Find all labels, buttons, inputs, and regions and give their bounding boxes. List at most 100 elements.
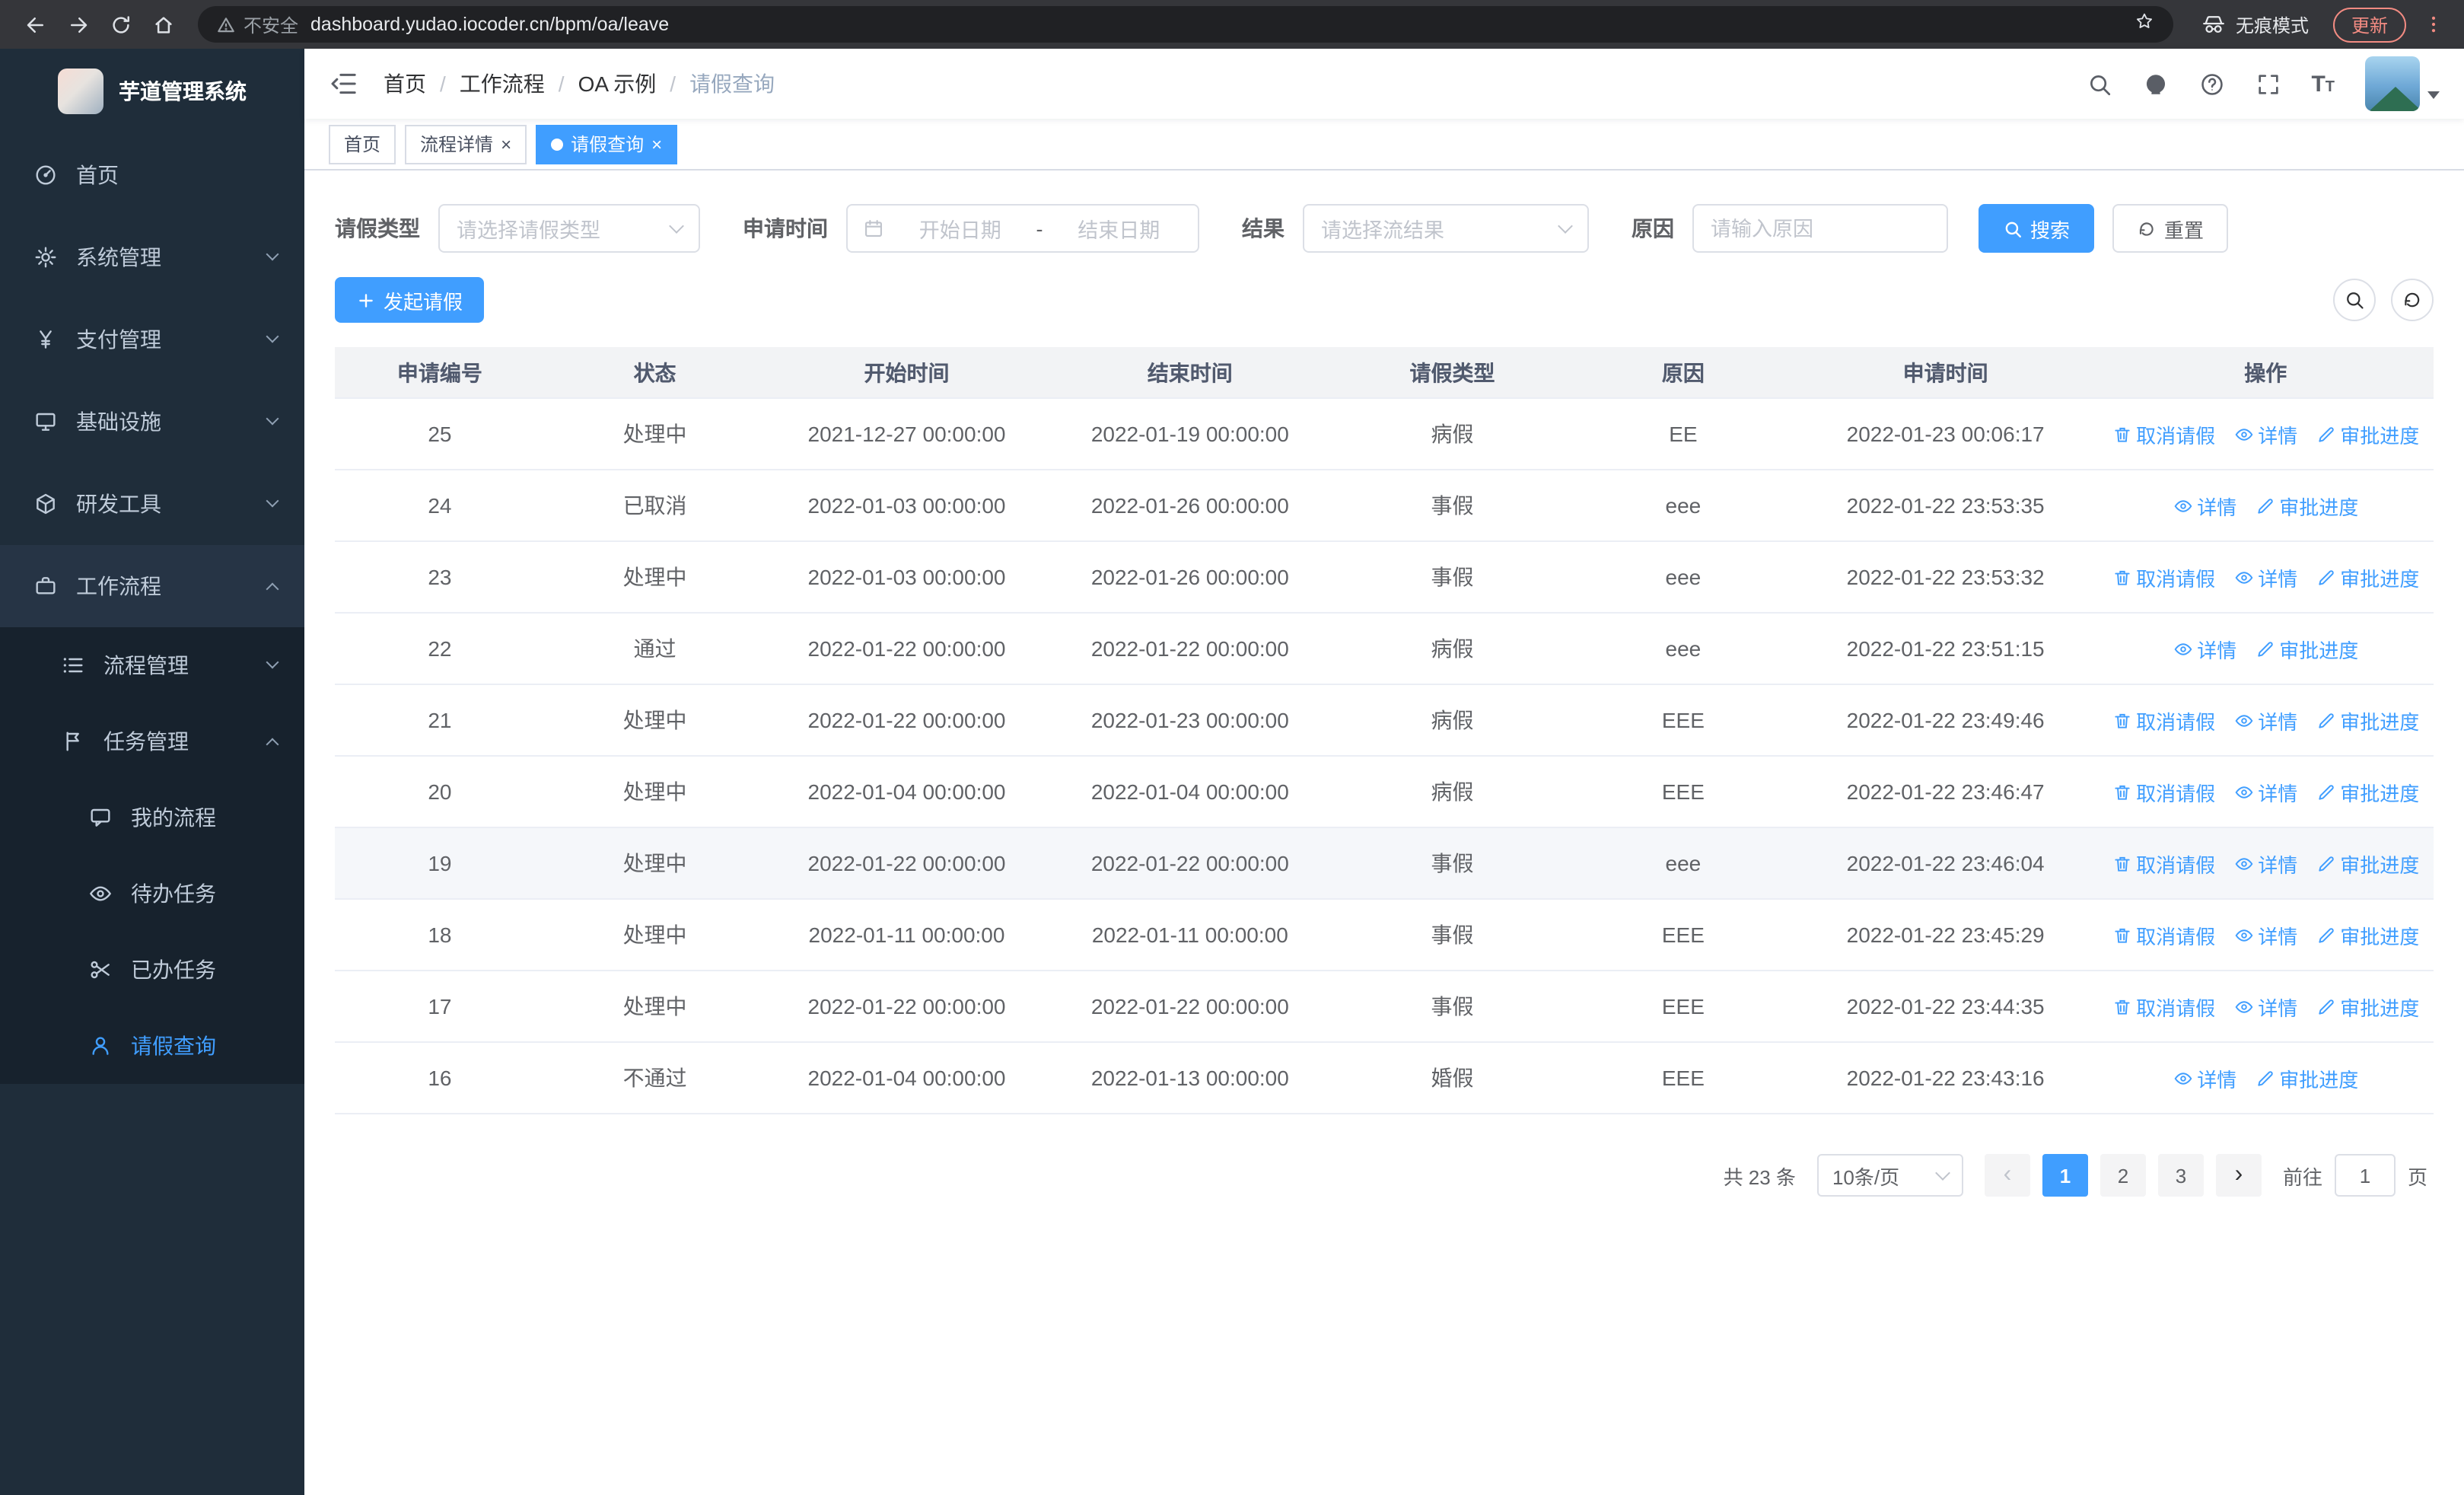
cell-apply-id: 25 (428, 422, 452, 446)
sidebar-item-done-tasks[interactable]: 已办任务 (0, 932, 304, 1008)
cancel-leave-link[interactable]: 取消请假 (2112, 920, 2215, 949)
filter-buttons: 搜索 重置 (1979, 204, 2229, 253)
sidebar-item-payment[interactable]: 支付管理 (0, 298, 304, 381)
cancel-leave-link[interactable]: 取消请假 (2112, 777, 2215, 806)
cell-apply-time: 2022-01-22 23:53:32 (1846, 565, 2045, 589)
result-select[interactable]: 请选择流结果 (1303, 204, 1589, 253)
detail-link[interactable]: 详情 (2233, 706, 2297, 735)
cell-apply-id: 16 (428, 1066, 452, 1090)
tab-label: 请假查询 (571, 134, 645, 155)
sidebar-item-todo-tasks[interactable]: 待办任务 (0, 856, 304, 932)
tab-leave-query[interactable]: 请假查询 × (536, 124, 678, 164)
close-icon[interactable]: × (501, 135, 511, 153)
search-icon[interactable] (2086, 71, 2112, 97)
approval-progress-label: 审批进度 (2340, 996, 2420, 1019)
detail-link[interactable]: 详情 (2173, 491, 2236, 520)
approval-progress-link[interactable]: 审批进度 (2255, 1063, 2358, 1092)
page-button-2[interactable]: 2 (2099, 1154, 2146, 1197)
tab-process-detail[interactable]: 流程详情 × (405, 124, 527, 164)
approval-progress-link[interactable]: 审批进度 (2316, 849, 2419, 878)
approval-progress-link[interactable]: 审批进度 (2316, 920, 2419, 949)
table-row: 20 处理中 2022-01-04 00:00:00 2022-01-04 00… (335, 757, 2434, 828)
sidebar-item-infra[interactable]: 基础设施 (0, 381, 304, 463)
forward-button[interactable] (58, 5, 97, 44)
app-logo[interactable]: 芋道管理系统 (0, 49, 304, 134)
page-size-select[interactable]: 10条/页 (1816, 1154, 1963, 1197)
security-chip[interactable]: 不安全 (216, 11, 298, 37)
approval-progress-label: 审批进度 (2340, 782, 2420, 805)
breadcrumb-workflow[interactable]: 工作流程 (460, 69, 545, 99)
detail-link[interactable]: 详情 (2173, 634, 2236, 663)
close-icon[interactable]: × (651, 135, 662, 153)
page-button-3[interactable]: 3 (2157, 1154, 2204, 1197)
home-button[interactable] (143, 5, 183, 44)
browser-update-button[interactable]: 更新 (2332, 7, 2406, 42)
cell-status: 处理中 (622, 422, 687, 446)
sidebar-fold-icon[interactable] (329, 69, 359, 99)
toggle-search-button[interactable] (2333, 279, 2376, 321)
address-bar[interactable]: 不安全 dashboard.yudao.iocoder.cn/bpm/oa/le… (198, 6, 2173, 43)
cancel-leave-link[interactable]: 取消请假 (2112, 706, 2215, 735)
sidebar-item-my-process[interactable]: 我的流程 (0, 779, 304, 856)
back-button[interactable] (15, 5, 55, 44)
detail-link[interactable]: 详情 (2233, 777, 2297, 806)
approval-progress-link[interactable]: 审批进度 (2316, 419, 2419, 448)
approval-progress-link[interactable]: 审批进度 (2255, 634, 2358, 663)
approval-progress-link[interactable]: 审批进度 (2316, 992, 2419, 1021)
detail-link[interactable]: 详情 (2173, 1063, 2236, 1092)
approval-progress-link[interactable]: 审批进度 (2316, 563, 2419, 591)
detail-link[interactable]: 详情 (2233, 419, 2297, 448)
prev-page-button[interactable]: ‹ (1984, 1154, 2030, 1197)
sidebar-item-devtools[interactable]: 研发工具 (0, 463, 304, 545)
github-icon[interactable] (2142, 71, 2168, 97)
browser-menu-button[interactable] (2418, 8, 2449, 41)
leave-type-select[interactable]: 请选择请假类型 (438, 204, 700, 253)
cell-status: 处理中 (622, 923, 687, 947)
cancel-leave-link[interactable]: 取消请假 (2112, 992, 2215, 1021)
refresh-table-button[interactable] (2391, 279, 2434, 321)
user-menu[interactable] (2365, 56, 2440, 111)
sidebar-item-workflow[interactable]: 工作流程 (0, 545, 304, 627)
eye-icon (2234, 929, 2252, 941)
sidebar-item-leave-query[interactable]: 请假查询 (0, 1008, 304, 1084)
detail-link[interactable]: 详情 (2233, 849, 2297, 878)
approval-progress-link[interactable]: 审批进度 (2316, 706, 2419, 735)
sidebar-item-system[interactable]: 系统管理 (0, 216, 304, 298)
breadcrumb-oa-demo[interactable]: OA 示例 (578, 69, 657, 99)
approval-progress-label: 审批进度 (2340, 710, 2420, 733)
search-button[interactable]: 搜索 (1979, 204, 2095, 253)
bookmark-star-button[interactable] (2134, 10, 2155, 39)
sidebar-item-task-mgmt[interactable]: 任务管理 (0, 703, 304, 779)
reset-button[interactable]: 重置 (2112, 204, 2229, 253)
sidebar-item-home[interactable]: 首页 (0, 134, 304, 216)
help-icon[interactable] (2198, 71, 2224, 97)
cancel-leave-link[interactable]: 取消请假 (2112, 849, 2215, 878)
cell-apply-id: 18 (428, 923, 452, 947)
cancel-leave-link[interactable]: 取消请假 (2112, 419, 2215, 448)
sidebar-item-process-mgmt[interactable]: 流程管理 (0, 627, 304, 703)
detail-link[interactable]: 详情 (2233, 920, 2297, 949)
breadcrumb-home[interactable]: 首页 (384, 69, 426, 99)
detail-label: 详情 (2197, 496, 2237, 518)
cancel-leave-link[interactable]: 取消请假 (2112, 563, 2215, 591)
reload-button[interactable] (100, 5, 140, 44)
tab-home[interactable]: 首页 (329, 124, 396, 164)
reason-input[interactable] (1692, 204, 1948, 253)
cell-apply-time: 2022-01-22 23:46:04 (1846, 851, 2045, 875)
date-range-picker[interactable]: 开始日期 - 结束日期 (846, 204, 1199, 253)
approval-progress-link[interactable]: 审批进度 (2316, 777, 2419, 806)
table-row: 25 处理中 2021-12-27 00:00:00 2022-01-19 00… (335, 399, 2434, 470)
detail-link[interactable]: 详情 (2233, 563, 2297, 591)
next-page-button[interactable]: › (2215, 1154, 2262, 1197)
goto-page-input[interactable] (2334, 1154, 2396, 1197)
font-size-icon[interactable]: TT (2311, 72, 2335, 95)
back-icon (26, 17, 43, 32)
sidebar-menu: 首页 系统管理 支付管理 基础设施 研发工具 工作流程 流程管理 任务管理 我的… (0, 134, 304, 1084)
approval-progress-link[interactable]: 审批进度 (2255, 491, 2358, 520)
detail-link[interactable]: 详情 (2233, 992, 2297, 1021)
eye-icon (2173, 642, 2192, 655)
approval-progress-label: 审批进度 (2340, 567, 2420, 590)
create-leave-button[interactable]: 发起请假 (335, 277, 485, 323)
page-button-1[interactable]: 1 (2042, 1154, 2088, 1197)
fullscreen-icon[interactable] (2255, 71, 2281, 97)
